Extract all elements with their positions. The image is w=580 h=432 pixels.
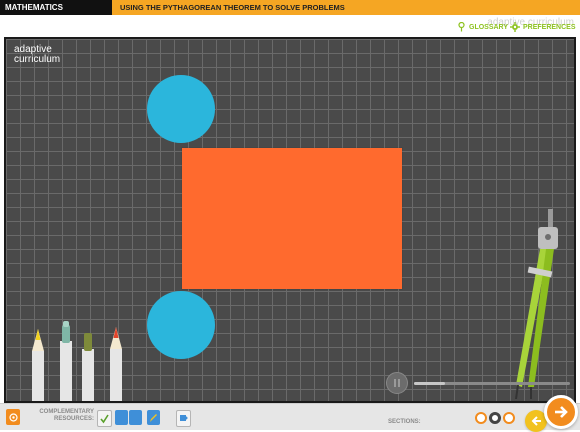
lesson-title: USING THE PYTHAGOREAN THEOREM TO SOLVE P… xyxy=(120,3,345,12)
media-player xyxy=(386,370,570,396)
sections-label: SECTIONS: xyxy=(388,419,421,425)
subject-label: MATHEMATICS xyxy=(0,0,112,15)
gear-icon xyxy=(510,22,520,32)
footer-bar: COMPLEMENTARY RESOURCES: SECTIONS: xyxy=(0,403,580,430)
section-2-dot[interactable] xyxy=(489,412,501,424)
section-1-dot[interactable] xyxy=(475,412,487,424)
complementary-label-line-1: COMPLEMENTARY xyxy=(39,409,94,415)
document-icon[interactable] xyxy=(115,410,128,425)
glossary-label: GLOSSARY xyxy=(469,23,509,31)
next-button[interactable] xyxy=(544,395,578,429)
document-icon[interactable] xyxy=(129,410,142,425)
grid-canvas: adaptive curriculum xyxy=(4,37,576,403)
puzzle-icon[interactable] xyxy=(176,410,191,427)
logo-line-2: curriculum xyxy=(14,54,61,65)
pencil-red-icon xyxy=(110,327,122,401)
preferences-button[interactable]: PREFERENCES xyxy=(510,22,576,32)
section-3-dot[interactable] xyxy=(503,412,515,424)
pause-button[interactable] xyxy=(386,372,408,394)
home-icon xyxy=(8,412,18,422)
pencil-teal-icon xyxy=(60,321,72,401)
pencil-olive-icon xyxy=(82,333,94,401)
blue-circle-top[interactable] xyxy=(147,75,215,143)
progress-fill xyxy=(414,382,446,385)
progress-track[interactable] xyxy=(414,382,570,385)
pencils-illustration xyxy=(32,321,122,401)
adaptive-curriculum-logo: adaptive curriculum xyxy=(14,45,72,71)
complementary-resources-label: COMPLEMENTARY RESOURCES: xyxy=(37,409,97,423)
arrow-left-icon xyxy=(531,416,541,426)
preferences-label: PREFERENCES xyxy=(523,23,576,31)
blue-circle-bottom[interactable] xyxy=(147,291,215,359)
pencil-yellow-icon xyxy=(32,329,44,401)
checklist-icon[interactable] xyxy=(97,410,112,427)
complementary-label-line-2: RESOURCES: xyxy=(53,416,94,422)
home-button[interactable] xyxy=(6,409,20,425)
glossary-button[interactable]: GLOSSARY xyxy=(457,22,508,32)
edit-icon[interactable] xyxy=(147,410,160,425)
glossary-icon xyxy=(458,22,465,32)
arrow-right-icon xyxy=(555,406,568,418)
orange-rectangle[interactable] xyxy=(182,148,402,289)
